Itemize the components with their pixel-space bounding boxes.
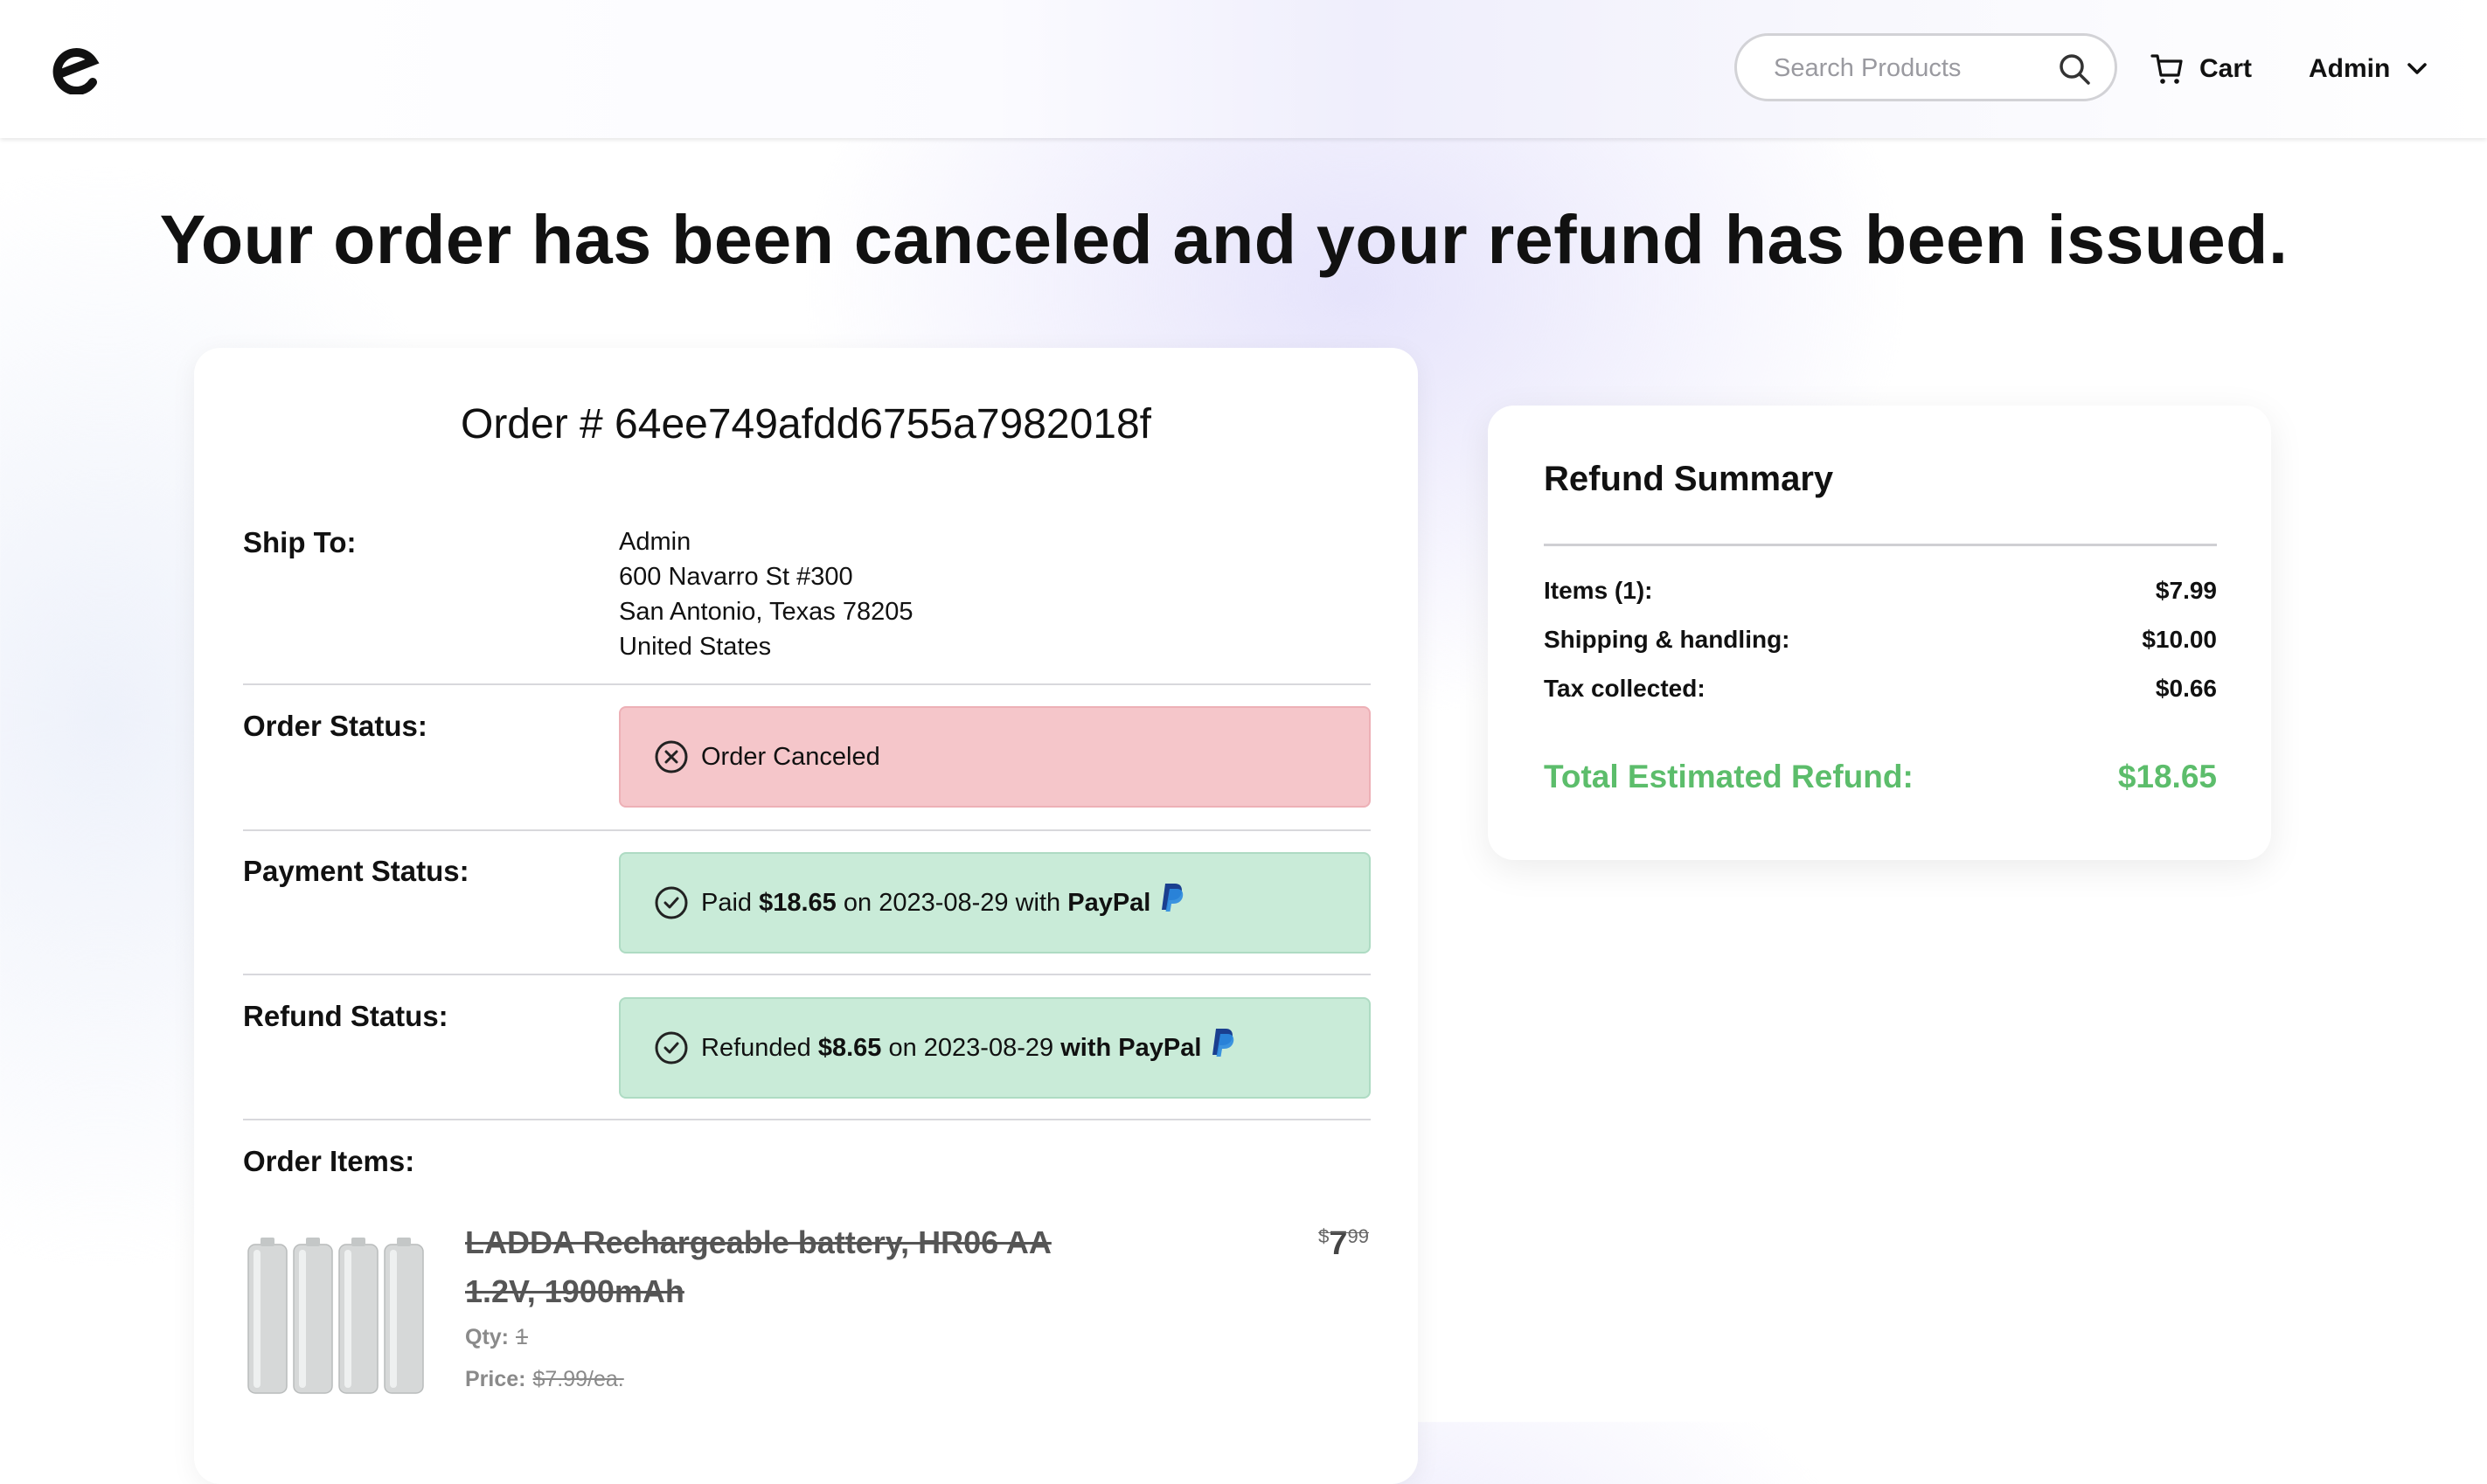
battery-pack-image[interactable] — [243, 1232, 428, 1398]
check-circle-icon — [655, 886, 688, 919]
address-country: United States — [619, 633, 772, 661]
refund-amount: $8.65 — [817, 1033, 882, 1062]
payment-amount: $18.65 — [759, 888, 837, 917]
price-cents: 99 — [1347, 1225, 1369, 1247]
refund-total-label: Total Estimated Refund: — [1544, 759, 1914, 794]
divider — [243, 1119, 1371, 1120]
refund-line-label: Tax collected: — [1544, 675, 1705, 702]
order-number: Order # 64ee749afdd6755a7982018f — [460, 401, 1152, 447]
price-dollars: 7 — [1329, 1225, 1348, 1262]
item-name-link[interactable]: LADDA Rechargeable battery, HR06 AA 1.2V… — [465, 1218, 1094, 1316]
refund-date: on 2023-08-29 — [888, 1033, 1054, 1062]
refund-total-value: $18.65 — [2117, 759, 2217, 794]
divider — [243, 829, 1371, 831]
paypal-icon — [1162, 884, 1184, 912]
refund-line-value: $10.00 — [2142, 626, 2217, 653]
refund-prefix: Refunded — [701, 1033, 811, 1062]
divider — [243, 683, 1371, 685]
address-city-state-zip: San Antonio, Texas 78205 — [619, 598, 914, 626]
cart-icon — [2150, 54, 2183, 84]
payment-date: on 2023-08-29 with — [843, 888, 1061, 917]
payment-method: PayPal — [1067, 888, 1151, 917]
chevron-down-icon — [2407, 63, 2428, 74]
payment-prefix: Paid — [701, 888, 753, 917]
order-status-text: Order Canceled — [701, 742, 880, 771]
payment-status-badge: Paid $18.65 on 2023-08-29 with PayPal — [619, 852, 1371, 954]
payment-status-label: Payment Status: — [243, 855, 469, 887]
price-currency: $ — [1318, 1225, 1330, 1247]
refund-line-label: Shipping & handling: — [1544, 626, 1790, 653]
search-input[interactable] — [1772, 48, 2038, 88]
x-circle-icon — [655, 740, 688, 773]
address-street: 600 Navarro St #300 — [619, 563, 853, 591]
qty-label: Qty: — [465, 1325, 509, 1349]
user-menu-label: Admin — [2309, 54, 2391, 83]
refund-status-label: Refund Status: — [243, 1000, 448, 1032]
refund-total: Total Estimated Refund: $18.65 — [1544, 759, 2217, 795]
address-name: Admin — [619, 528, 691, 556]
shipping-address: Admin 600 Navarro St #300 San Antonio, T… — [619, 524, 913, 664]
user-menu-button[interactable]: Admin — [2309, 49, 2430, 89]
item-quantity: Qty: 1 — [465, 1325, 528, 1350]
unit-price-value: $7.99/ea. — [532, 1367, 624, 1391]
item-total-price: $799 — [1318, 1225, 1369, 1263]
refund-line-tax: Tax collected: $0.66 — [1544, 675, 2217, 703]
paypal-icon — [1212, 1029, 1234, 1057]
price-label: Price: — [465, 1367, 526, 1391]
search-box — [1734, 33, 2117, 101]
check-circle-icon — [655, 1031, 688, 1064]
refund-line-shipping: Shipping & handling: $10.00 — [1544, 626, 2217, 654]
refund-summary-title: Refund Summary — [1544, 460, 1834, 498]
cart-button[interactable]: Cart — [2150, 49, 2252, 89]
order-status-label: Order Status: — [243, 710, 427, 742]
search-icon[interactable] — [2057, 52, 2092, 87]
refund-method: with PayPal — [1060, 1033, 1202, 1062]
ship-to-label: Ship To: — [243, 526, 357, 558]
order-items-label: Order Items: — [243, 1145, 415, 1177]
divider — [243, 974, 1371, 975]
refund-status-badge: Refunded $8.65 on 2023-08-29 with PayPal — [619, 997, 1371, 1099]
refund-line-value: $0.66 — [2155, 675, 2217, 702]
cart-label: Cart — [2199, 54, 2253, 83]
top-navbar: Cart Admin — [0, 0, 2487, 138]
divider — [1544, 544, 2217, 546]
refund-line-value: $7.99 — [2155, 577, 2217, 604]
item-unit-price: Price: $7.99/ea. — [465, 1367, 624, 1392]
refund-line-label: Items (1): — [1544, 577, 1653, 604]
refund-line-items: Items (1): $7.99 — [1544, 577, 2217, 605]
store-logo-icon[interactable] — [49, 44, 100, 94]
qty-value: 1 — [516, 1325, 528, 1349]
refund-summary-card: Refund Summary Items (1): $7.99 Shipping… — [1488, 406, 2271, 860]
order-status-badge: Order Canceled — [619, 706, 1371, 808]
page-title: Your order has been canceled and your re… — [159, 200, 2289, 278]
order-details-card: Order # 64ee749afdd6755a7982018f Ship To… — [194, 348, 1418, 1484]
